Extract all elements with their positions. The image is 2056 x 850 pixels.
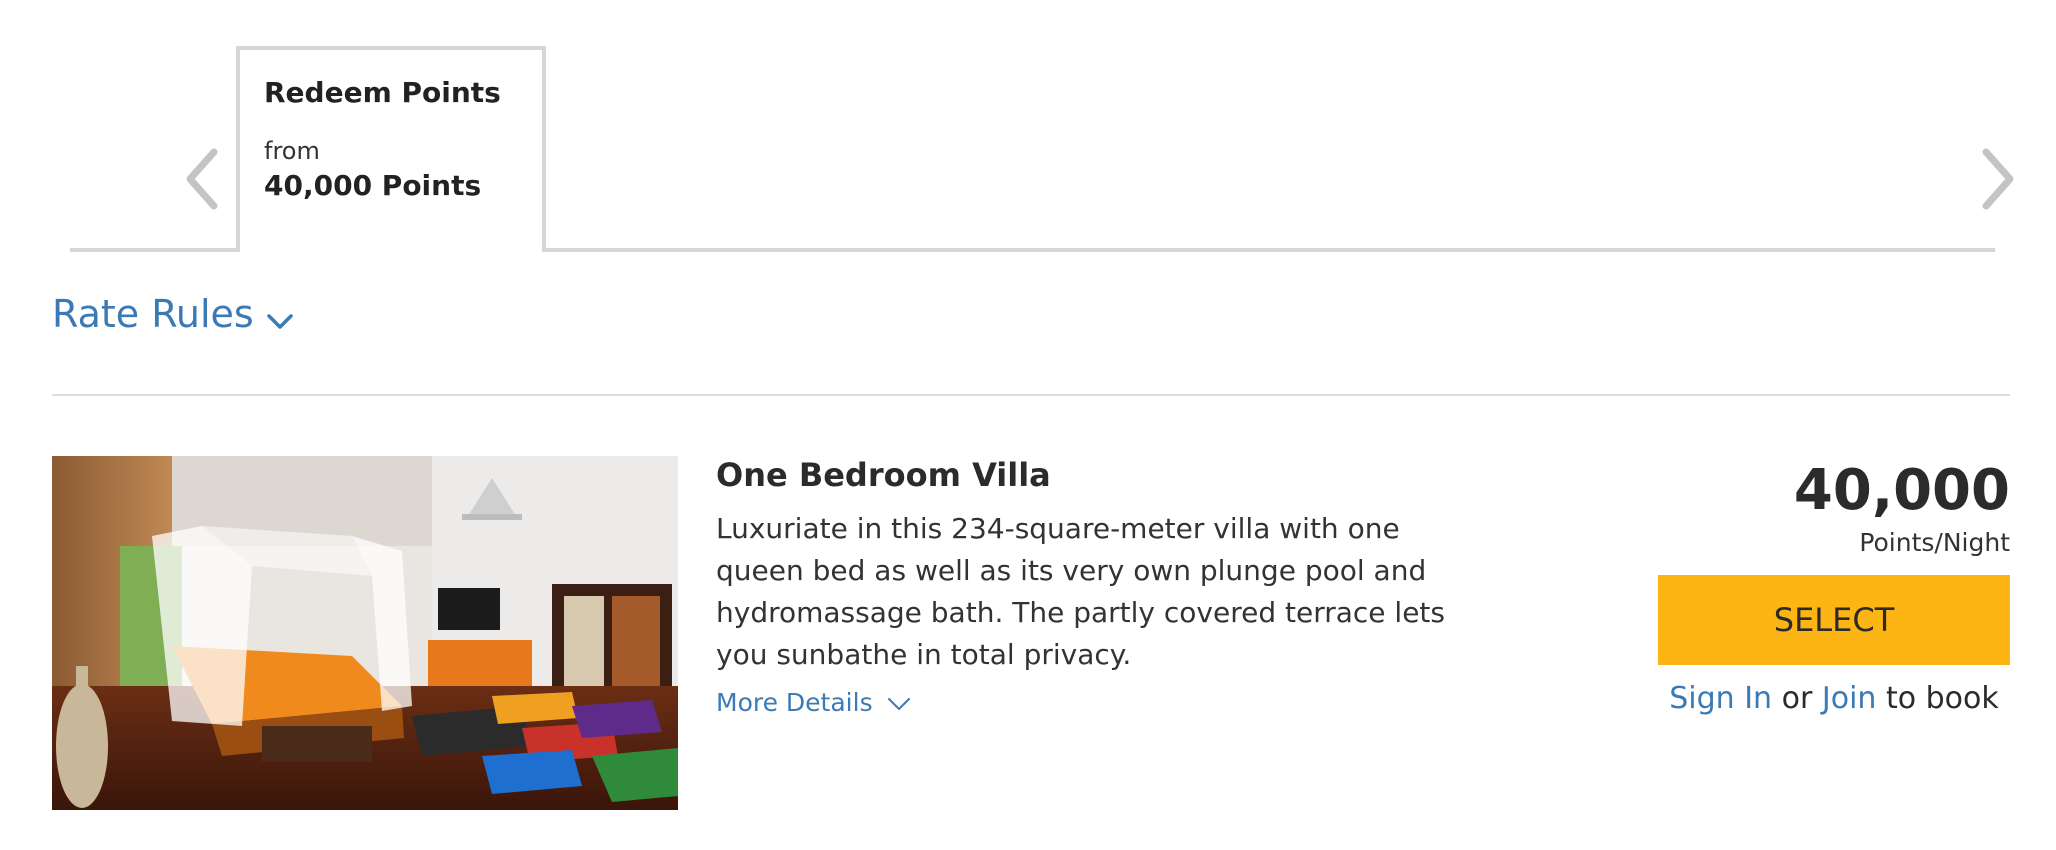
more-details-link[interactable]: More Details	[716, 688, 1456, 717]
price-unit: Points/Night	[1859, 528, 2010, 557]
sign-in-link[interactable]: Sign In	[1669, 681, 1772, 716]
rate-rules-toggle[interactable]: Rate Rules	[52, 288, 294, 340]
room-info: One Bedroom Villa Luxuriate in this 234-…	[716, 456, 1456, 717]
price-column: 40,000 Points/Night SELECT Sign In or Jo…	[1658, 456, 2010, 716]
more-details-label: More Details	[716, 688, 873, 717]
tab-amount: 40,000 Points	[264, 169, 482, 202]
section-divider	[52, 394, 2010, 396]
tab-title: Redeem Points	[264, 76, 501, 109]
rate-rules-label: Rate Rules	[52, 292, 254, 336]
chevron-right-icon[interactable]	[1978, 146, 2018, 212]
to-book-text: to book	[1885, 681, 1999, 716]
chevron-left-icon[interactable]	[182, 146, 222, 212]
room-price: 40,000	[1793, 458, 2010, 523]
room-description: Luxuriate in this 234-square-meter villa…	[716, 512, 1445, 671]
chevron-down-icon	[887, 688, 911, 717]
rate-tabs: Redeem Points from 40,000 Points	[70, 46, 2014, 252]
room-photo	[52, 456, 678, 810]
select-button[interactable]: SELECT	[1658, 575, 2010, 665]
sign-in-prompt: Sign In or Join to book	[1658, 681, 2010, 716]
tab-redeem-points[interactable]: Redeem Points from 40,000 Points	[236, 46, 546, 252]
or-text: or	[1781, 681, 1813, 716]
tab-from-label: from	[264, 137, 320, 165]
join-link[interactable]: Join	[1822, 681, 1877, 716]
room-name: One Bedroom Villa	[716, 456, 1051, 494]
chevron-down-icon	[266, 296, 294, 340]
